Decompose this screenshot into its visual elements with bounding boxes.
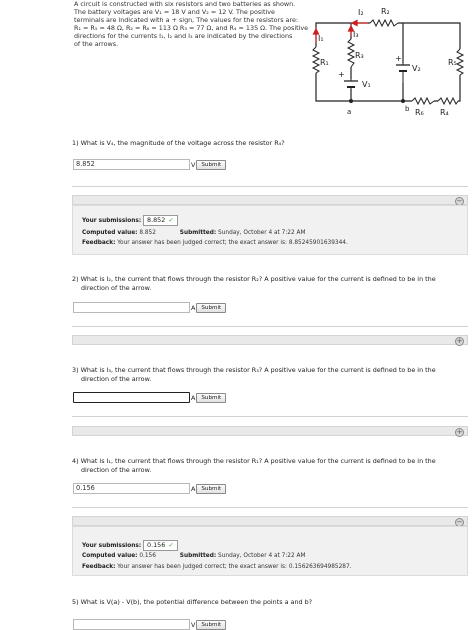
feedback-text: Your answer has been judged correct; the…: [117, 564, 352, 570]
submission-panel-header-q4: −: [72, 516, 468, 527]
submission-details-q4: Your submissions: 0.156 ✓ Computed value:…: [72, 526, 468, 576]
answer-row-3: A Submit: [73, 392, 227, 403]
problem-intro: A circuit is constructed with six resist…: [74, 0, 310, 48]
divider: [72, 326, 468, 327]
submitted-time: Sunday, October 4 at 7:22 AM: [218, 230, 306, 236]
intro-line: R₁ = R₅ = 48 Ω, R₂ = R₆ = 113 Ω R₃ = 77 …: [74, 24, 309, 32]
label-v1: V₁: [362, 80, 371, 89]
feedback-label: Feedback:: [82, 240, 116, 246]
checkmark-icon: ✓: [168, 216, 174, 224]
computed-value: 0.156: [139, 553, 156, 559]
checkmark-icon: ✓: [168, 541, 174, 549]
submission-details-q1: Your submissions: 8.852 ✓ Computed value:…: [72, 205, 468, 255]
your-submissions-label: Your submissions:: [82, 218, 142, 224]
label-r2: R₂: [381, 7, 390, 16]
node-a: [349, 99, 353, 103]
submission-panel-header-q2: +: [72, 335, 468, 346]
feedback-text: Your answer has been judged correct; the…: [117, 240, 348, 246]
question-text: 2) What is I₂, the current that flows th…: [72, 275, 436, 283]
expand-toggle-icon[interactable]: +: [455, 337, 464, 346]
label-plus-v1: +: [338, 70, 345, 79]
answer-input-q1[interactable]: 8.852: [73, 159, 190, 170]
question-3: 3) What is I₃, the current that flows th…: [72, 366, 452, 383]
label-b: b: [405, 105, 410, 113]
expand-toggle-icon[interactable]: +: [455, 428, 464, 437]
divider: [72, 416, 468, 417]
unit-label: A: [191, 303, 196, 312]
intro-line: The battery voltages are V₁ = 18 V and V…: [74, 8, 275, 16]
label-i2: I₂: [358, 8, 364, 17]
answer-input-q4[interactable]: 0.156: [73, 483, 190, 494]
intro-line: directions for the currents I₁, I₂ and I…: [74, 32, 293, 40]
computed-value-label: Computed value:: [82, 553, 138, 559]
label-a: a: [347, 108, 351, 116]
computed-value: 8.852: [139, 230, 156, 236]
label-v2: V₂: [412, 64, 421, 73]
question-5: 5) What is V(a) - V(b), the potential di…: [72, 598, 452, 607]
label-r3: R₃: [355, 51, 364, 60]
question-text: 5) What is V(a) - V(b), the potential di…: [72, 598, 313, 606]
label-i1: I₁: [318, 34, 324, 43]
unit-label: A: [191, 484, 196, 493]
arrow-i2-icon: [350, 19, 358, 27]
submit-button-q5[interactable]: Submit: [196, 619, 227, 630]
intro-line: terminals are indicated with a + sign, T…: [74, 16, 299, 24]
answer-row-1: 8.852 V Submit: [73, 159, 227, 170]
your-submissions-label: Your submissions:: [82, 543, 142, 549]
circuit-diagram: I₂ R₂ I₁ I₃ R₁ R₃ R₅ + V₁ + V₂ a b R₆ R₄: [311, 7, 465, 117]
submission-panel-header-q3: +: [72, 426, 468, 437]
question-text: 3) What is I₃, the current that flows th…: [72, 366, 436, 374]
answer-row-5: V Submit: [73, 619, 227, 630]
unit-label: A: [191, 393, 196, 402]
question-text: 1) What is V₄, the magnitude of the volt…: [72, 139, 285, 147]
submit-button-q4[interactable]: Submit: [196, 483, 227, 494]
divider: [72, 186, 468, 187]
question-text-cont: direction of the arrow.: [81, 283, 152, 292]
label-plus-v2: +: [395, 54, 402, 63]
submitted-label: Submitted:: [179, 230, 217, 236]
question-text-cont: direction of the arrow.: [81, 465, 152, 474]
question-text-cont: direction of the arrow.: [81, 374, 152, 383]
submission-value: 0.156 ✓: [143, 540, 178, 551]
question-2: 2) What is I₂, the current that flows th…: [72, 275, 452, 292]
intro-line: A circuit is constructed with six resist…: [74, 0, 296, 8]
intro-line: of the arrows.: [74, 40, 119, 48]
question-4: 4) What is I₁, the current that flows th…: [72, 457, 452, 474]
computed-value-label: Computed value:: [82, 230, 138, 236]
submit-button-q3[interactable]: Submit: [196, 392, 227, 403]
label-r1: R₁: [320, 58, 329, 67]
label-i3: I₃: [353, 30, 359, 39]
submit-button-q1[interactable]: Submit: [196, 159, 227, 170]
answer-input-q2[interactable]: [73, 302, 190, 313]
submit-button-q2[interactable]: Submit: [196, 302, 227, 313]
answer-row-4: 0.156 A Submit: [73, 483, 227, 494]
answer-row-2: A Submit: [73, 302, 227, 313]
submission-panel-header-q1: −: [72, 195, 468, 206]
node-b: [401, 99, 405, 103]
label-r5: R₅: [448, 58, 457, 67]
question-text: 4) What is I₁, the current that flows th…: [72, 457, 436, 465]
divider: [72, 507, 468, 508]
unit-label: V: [191, 160, 196, 169]
submitted-label: Submitted:: [179, 553, 217, 559]
submitted-time: Sunday, October 4 at 7:22 AM: [218, 553, 306, 559]
answer-input-q3[interactable]: [73, 392, 190, 403]
question-1: 1) What is V₄, the magnitude of the volt…: [72, 139, 452, 148]
label-r4: R₄: [440, 108, 449, 117]
circuit-frame: [315, 22, 461, 102]
submission-value: 8.852 ✓: [143, 215, 178, 226]
feedback-label: Feedback:: [82, 564, 116, 570]
unit-label: V: [191, 620, 196, 629]
label-r6: R₆: [415, 108, 424, 117]
answer-input-q5[interactable]: [73, 619, 190, 630]
